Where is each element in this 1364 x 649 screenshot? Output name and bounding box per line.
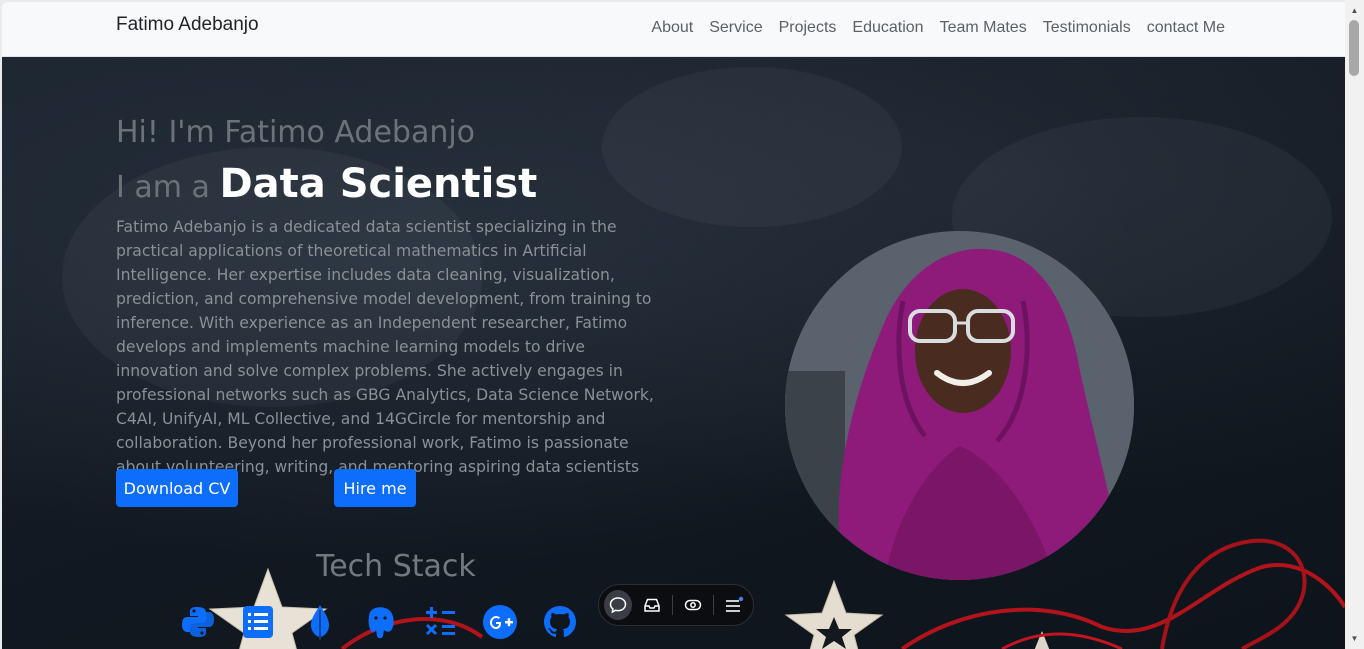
scroll-down-arrow-icon[interactable]: ▼ <box>1345 630 1364 647</box>
nav-link-about[interactable]: About <box>651 19 693 37</box>
navbar: Fatimo Adebanjo About Service Projects E… <box>2 2 1345 57</box>
nav-link-contact[interactable]: contact Me <box>1147 19 1225 37</box>
hero-role-line: I am a Data Scientist <box>116 161 537 207</box>
scroll-up-arrow-icon[interactable]: ▲ <box>1345 2 1364 19</box>
eye-icon <box>684 599 702 611</box>
hire-me-button[interactable]: Hire me <box>334 469 416 507</box>
profile-illustration <box>785 231 1134 580</box>
postgresql-icon[interactable] <box>362 604 398 640</box>
inbox-icon <box>644 598 660 612</box>
nav-link-education[interactable]: Education <box>852 19 923 37</box>
nav-links: About Service Projects Education Team Ma… <box>651 19 1225 37</box>
nav-link-team-mates[interactable]: Team Mates <box>940 19 1027 37</box>
nav-link-projects[interactable]: Projects <box>779 19 837 37</box>
calculator-icon[interactable] <box>422 604 458 640</box>
red-yarn-decoration <box>340 538 1345 649</box>
page-scrollbar[interactable]: ▲ ▼ <box>1345 0 1364 649</box>
nav-link-testimonials[interactable]: Testimonials <box>1043 19 1131 37</box>
chat-button[interactable] <box>604 590 633 620</box>
mongodb-leaf-icon[interactable] <box>302 604 338 640</box>
github-icon[interactable] <box>542 604 578 640</box>
chalk-smudge <box>602 67 902 227</box>
role-title: Data Scientist <box>219 161 538 207</box>
toolbar-divider <box>713 595 714 615</box>
nav-link-service[interactable]: Service <box>709 19 762 37</box>
menu-icon <box>725 596 744 612</box>
chat-icon <box>609 597 627 614</box>
python-icon[interactable] <box>180 604 216 640</box>
toolbar-divider <box>672 595 673 615</box>
hero-section: Hi! I'm Fatimo Adebanjo I am a Data Scie… <box>2 57 1345 649</box>
tech-stack-title: Tech Stack <box>316 549 476 584</box>
scrollbar-thumb[interactable] <box>1349 20 1359 76</box>
list-icon[interactable] <box>240 604 276 640</box>
brand-logo[interactable]: Fatimo Adebanjo <box>116 14 259 36</box>
role-prefix: I am a <box>116 170 220 205</box>
preview-button[interactable] <box>679 590 707 620</box>
hero-greeting: Hi! I'm Fatimo Adebanjo <box>116 115 476 150</box>
profile-photo <box>785 231 1134 580</box>
browser-viewport: Fatimo Adebanjo About Service Projects E… <box>2 2 1345 649</box>
google-plus-icon[interactable] <box>482 604 518 640</box>
hero-bio: Fatimo Adebanjo is a dedicated data scie… <box>116 218 654 476</box>
download-cv-button[interactable]: Download CV <box>116 469 238 507</box>
inbox-button[interactable] <box>638 590 666 620</box>
menu-button[interactable] <box>720 590 748 620</box>
floating-toolbar <box>598 584 754 626</box>
